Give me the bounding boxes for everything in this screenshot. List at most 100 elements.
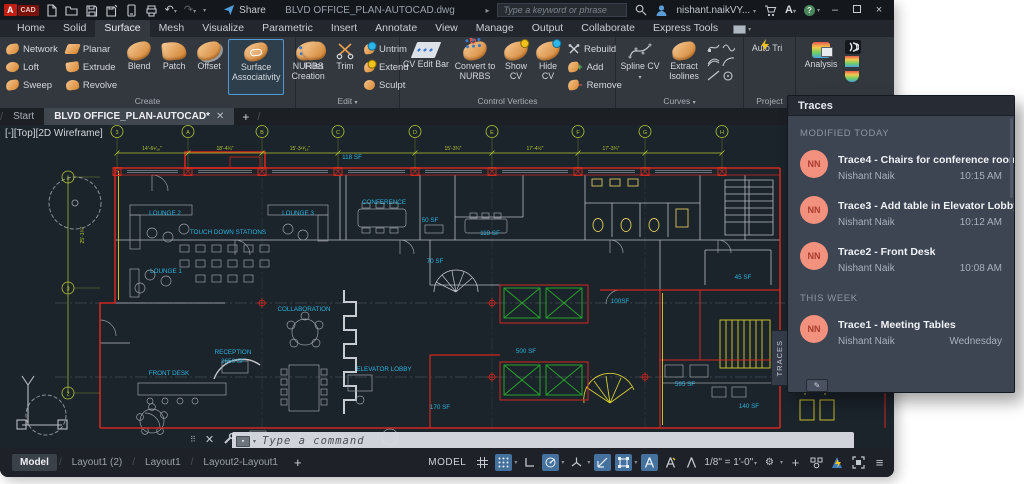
command-line[interactable]: ▪ ▾ Type a command [232,432,854,448]
isolate-objects-icon[interactable] [808,454,825,471]
spline-cv-button[interactable]: Spline CV▾ [619,39,661,95]
ribbon-tab-annotate[interactable]: Annotate [366,20,426,37]
wave-icon[interactable] [722,42,735,53]
revolve-button[interactable]: Revolve [63,76,120,94]
grid-display-toggle[interactable] [474,454,491,471]
drag-dots-icon[interactable]: ⠿ [190,435,197,444]
arc-icon[interactable] [722,56,735,67]
app-store-cart-icon[interactable] [764,4,777,17]
ribbon-tab-visualize[interactable]: Visualize [193,20,253,37]
trace-item[interactable]: NN Trace3 - Add table in Elevator Lobby … [788,189,1014,235]
circle-cv-icon[interactable] [722,70,735,81]
autoscale-toggle[interactable] [662,454,679,471]
trace-item[interactable]: NN Trace4 - Chairs for conference room N… [788,143,1014,189]
new-file-icon[interactable] [45,4,58,17]
object-snap-toggle[interactable] [615,454,632,471]
add-status-plus-icon[interactable]: + [787,454,804,471]
curvature-analysis-icon[interactable] [845,56,859,67]
blend-button[interactable]: Blend [122,39,156,95]
maximize-button[interactable] [850,4,864,16]
layout-tab-layout1-2-[interactable]: Layout1 (2) [64,454,131,471]
mobile-icon[interactable] [125,4,138,17]
file-tab-start[interactable]: Start [3,108,44,125]
extract-isolines-button[interactable]: Extract Isolines [663,39,705,95]
autodesk-mark-icon[interactable]: A▾ [785,4,796,16]
file-tab-active-doc[interactable]: BLVD OFFICE_PLAN-AUTOCAD*✕ [44,108,234,125]
traces-resize-grip[interactable]: ✎ [806,379,828,392]
traces-panel-header[interactable]: Traces [788,96,1014,116]
panel-label-create[interactable]: Create [0,95,295,108]
ortho-toggle[interactable] [521,454,538,471]
surface-associativity-button[interactable]: Surface Associativity [228,39,284,95]
help-menu[interactable]: ? ▾ [804,5,820,16]
close-command-icon[interactable]: ✕ [205,433,214,446]
line-icon[interactable] [707,70,720,81]
new-drawing-tab-button[interactable]: + [234,108,257,125]
annotation-visibility-toggle[interactable] [641,454,658,471]
offset-curve-icon[interactable] [707,56,720,67]
graphics-performance-icon[interactable] [829,454,846,471]
ribbon-tab-parametric[interactable]: Parametric [253,20,322,37]
ribbon-tab-mesh[interactable]: Mesh [150,20,194,37]
planar-button[interactable]: Planar [63,40,120,58]
blend-curve-icon[interactable] [707,42,720,53]
hide-cv-button[interactable]: Hide CV [533,39,563,95]
new-layout-button[interactable]: + [288,455,308,470]
annotation-scale-icon[interactable] [683,454,700,471]
search-flyout-icon[interactable]: ▸ [485,6,489,15]
ribbon-tab-surface[interactable]: Surface [95,20,149,37]
model-space-label[interactable]: MODEL [428,457,466,468]
plot-icon[interactable] [145,4,158,17]
ribbon-display-toggle[interactable]: ▾ [733,25,751,37]
panel-label-control-vertices[interactable]: Control Vertices [400,95,615,108]
save-as-icon[interactable] [105,4,118,17]
analysis-button[interactable]: Analysis [799,39,843,95]
panel-label-curves[interactable]: Curves ▾ [616,95,743,108]
minimize-button[interactable]: – [828,4,842,16]
gear-dropdown-icon[interactable]: ▾ [780,459,783,466]
command-line-grip[interactable]: ⠿ ✕ [190,433,235,446]
floor-plan-drawing[interactable]: 3ABCDEFGH132 14'-6⁹⁄₁₆"18'-4¼"15'-3¹³⁄₁₆… [0,125,894,448]
ribbon-tab-collaborate[interactable]: Collaborate [572,20,644,37]
clean-screen-icon[interactable] [850,454,867,471]
traces-side-tab[interactable]: TRACES [771,330,787,386]
offset-button[interactable]: Offset [192,39,226,95]
redo-icon[interactable]: ↷▾ [184,5,196,16]
undo-icon[interactable]: ↶▾ [165,5,177,16]
ribbon-tab-express-tools[interactable]: Express Tools [644,20,727,37]
ribbon-tab-view[interactable]: View [426,20,467,37]
command-icon[interactable]: ▪ [236,436,250,447]
sweep-button[interactable]: Sweep [3,76,61,94]
snap-dropdown-icon[interactable]: ▾ [514,459,517,466]
polar-tracking-toggle[interactable] [542,454,559,471]
show-cv-button[interactable]: Show CV [501,39,531,95]
snap-mode-toggle[interactable] [495,454,512,471]
customization-gear-icon[interactable]: ⚙ [761,454,778,471]
signed-in-user[interactable]: nishant.naikVY... ▾ [676,5,756,16]
osnap-dropdown-icon[interactable]: ▾ [634,459,637,466]
object-snap-tracking-toggle[interactable] [594,454,611,471]
layout-tab-model[interactable]: Model [12,454,57,471]
extrude-button[interactable]: Extrude [63,58,120,76]
convert-to-nurbs-button[interactable]: Convert to NURBS [451,39,499,95]
close-tab-icon[interactable]: ✕ [216,111,224,122]
drawing-canvas[interactable]: 3ABCDEFGH132 14'-6⁹⁄₁₆"18'-4¼"15'-3¹³⁄₁₆… [0,125,894,448]
user-icon[interactable] [655,4,668,17]
status-menu-icon[interactable]: ≡ [871,454,888,471]
command-dropdown-icon[interactable]: ▾ [253,438,256,445]
panel-label-edit[interactable]: Edit ▾ [296,95,399,108]
command-placeholder[interactable]: Type a command [262,435,365,447]
annotation-scale-value[interactable]: 1/8" = 1'-0" ▾ [704,457,757,468]
viewport-controls-label[interactable]: [-][Top][2D Wireframe] [5,128,103,139]
autocad-logo[interactable]: A CAD [4,4,39,16]
qat-customize-icon[interactable]: ▾ [203,7,206,14]
layout-tab-layout1[interactable]: Layout1 [137,454,189,471]
trim-button[interactable]: Trim [331,39,359,95]
polar-dropdown-icon[interactable]: ▾ [561,459,564,466]
draft-analysis-icon[interactable] [845,71,859,82]
open-folder-icon[interactable] [65,4,78,17]
isometric-drafting-toggle[interactable] [568,454,585,471]
ribbon-tab-solid[interactable]: Solid [54,20,95,37]
ribbon-tab-output[interactable]: Output [523,20,573,37]
zebra-analysis-icon[interactable] [845,40,861,54]
